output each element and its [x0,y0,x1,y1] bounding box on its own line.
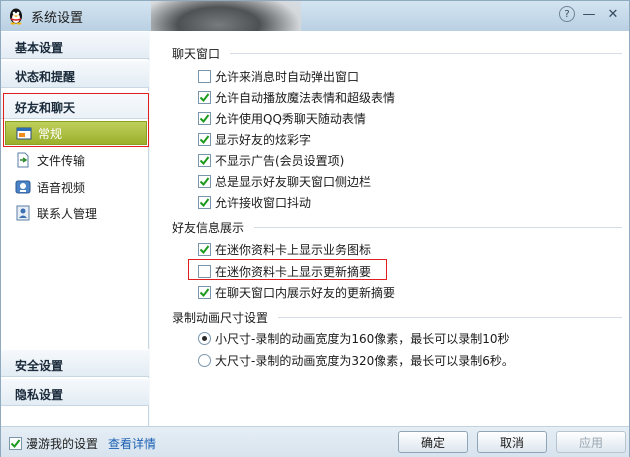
sidebar-item-label: 文件传输 [37,153,86,168]
file-transfer-icon [17,152,29,168]
checkbox-checked[interactable] [198,111,211,125]
option-label: 大尺寸-录制的动画宽度为320像素，最长可以录制6秒。 [215,353,514,368]
radio-selected[interactable] [198,331,211,345]
checkmark-icon [199,287,210,297]
ok-button[interactable]: 确定 [398,431,468,453]
option-minicard-business-icons[interactable]: 在迷你资料卡上显示业务图标 [198,240,371,258]
section-divider [278,317,622,318]
option-show-colorful-text[interactable]: 显示好友的炫彩字 [198,130,311,148]
checkmark-icon [10,439,21,449]
title-bar: 系统设置 ? — ✕ [1,1,629,31]
close-icon[interactable]: ✕ [603,5,623,23]
option-label: 小尺寸-录制的动画宽度为160像素，最长可以录制10秒 [215,331,510,346]
checkbox-checked[interactable] [198,90,211,104]
sidebar-category-basic[interactable]: 基本设置 [1,31,149,59]
checkmark-icon [199,134,210,144]
section-title-friend-info: 好友信息展示 [172,221,245,235]
option-label: 允许接收窗口抖动 [215,195,312,210]
sidebar-item-file-transfer[interactable]: 文件传输 [15,150,145,170]
view-details-link[interactable]: 查看详情 [108,435,156,452]
option-label: 不显示广告(会员设置项) [215,153,345,168]
checkbox-checked[interactable] [198,285,211,299]
sidebar-item-contact-management[interactable]: 联系人管理 [15,203,145,223]
sidebar-category-privacy[interactable]: 隐私设置 [1,378,149,406]
option-label: 允许自动播放魔法表情和超级表情 [215,90,396,105]
settings-sidebar: 基本设置 状态和提醒 好友和聊天 常规 文件传输 语音视频 联系人管理 安全设置… [1,31,149,426]
option-qqshow-emoticons[interactable]: 允许使用QQ秀聊天随动表情 [198,109,366,127]
option-label: 允许使用QQ秀聊天随动表情 [215,111,366,126]
settings-window: 系统设置 ? — ✕ 基本设置 状态和提醒 好友和聊天 常规 文件传输 语音视频… [0,0,630,457]
voice-video-icon [15,180,31,194]
option-auto-popup-window[interactable]: 允许来消息时自动弹出窗口 [198,67,359,85]
option-chat-window-update-summary[interactable]: 在聊天窗口内展示好友的更新摘要 [198,283,395,301]
sidebar-item-label: 语音视频 [37,180,86,195]
checkbox-checked[interactable] [198,132,211,146]
roam-settings-label: 漫游我的设置 [26,437,99,451]
checkmark-icon [199,176,210,186]
checkbox-unchecked[interactable] [198,69,211,83]
section-title-recording-size: 录制动画尺寸设置 [172,311,269,325]
option-label: 总是显示好友聊天窗口侧边栏 [215,174,372,189]
radio-small-size[interactable]: 小尺寸-录制的动画宽度为160像素，最长可以录制10秒 [198,329,510,347]
checkbox-checked[interactable] [198,174,211,188]
checkmark-icon [199,113,210,123]
section-title-chat-window: 聊天窗口 [172,47,221,61]
highlight-box-friends-chat [3,93,149,147]
title-bar-skin-image [151,1,301,31]
option-show-chat-sidebar[interactable]: 总是显示好友聊天窗口侧边栏 [198,172,371,190]
contact-management-icon [16,205,30,221]
settings-panel: 聊天窗口 允许来消息时自动弹出窗口 允许自动播放魔法表情和超级表情 允许使用QQ… [150,31,629,426]
option-allow-window-shake[interactable]: 允许接收窗口抖动 [198,193,311,211]
sidebar-item-label: 联系人管理 [37,206,98,221]
option-label: 在迷你资料卡上显示业务图标 [215,242,372,257]
dialog-footer: 漫游我的设置 查看详情 确定 取消 应用 [1,426,629,457]
help-icon[interactable]: ? [559,6,575,22]
option-autoplay-magic-emoticons[interactable]: 允许自动播放魔法表情和超级表情 [198,88,395,106]
qq-penguin-icon [10,8,22,25]
option-label: 显示好友的炫彩字 [215,132,312,147]
sidebar-category-security[interactable]: 安全设置 [1,349,149,377]
window-title: 系统设置 [31,11,84,26]
checkbox-checked[interactable] [198,153,211,167]
cancel-button[interactable]: 取消 [477,431,547,453]
section-divider [254,227,622,228]
option-label: 在聊天窗口内展示好友的更新摘要 [215,285,396,300]
minimize-icon[interactable]: — [579,5,599,23]
radio-unselected[interactable] [198,353,211,367]
highlight-box-update-summary [188,259,387,280]
section-divider [230,53,622,54]
checkbox-checked[interactable] [198,242,211,256]
sidebar-category-status[interactable]: 状态和提醒 [1,60,149,88]
option-hide-ads[interactable]: 不显示广告(会员设置项) [198,151,344,169]
radio-large-size[interactable]: 大尺寸-录制的动画宽度为320像素，最长可以录制6秒。 [198,351,514,369]
checkmark-icon [199,197,210,207]
option-label: 允许来消息时自动弹出窗口 [215,69,360,84]
sidebar-item-voice-video[interactable]: 语音视频 [15,177,145,197]
checkbox-checked[interactable] [198,195,211,209]
apply-button[interactable]: 应用 [556,431,626,453]
roam-settings-option[interactable]: 漫游我的设置 查看详情 [9,435,156,452]
checkbox-checked[interactable] [9,437,22,450]
checkmark-icon [199,155,210,165]
checkmark-icon [199,244,210,254]
checkmark-icon [199,92,210,102]
